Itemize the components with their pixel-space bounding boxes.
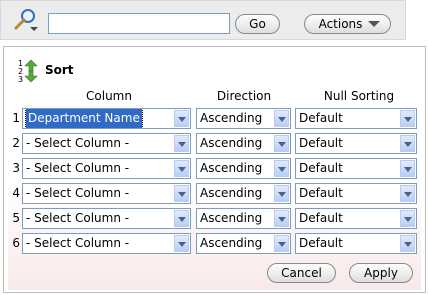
null-sorting-select-value: Default xyxy=(299,211,343,225)
chevron-down-icon xyxy=(400,235,415,252)
null-sorting-select-value: Default xyxy=(299,186,343,200)
row-number: 6 xyxy=(12,236,20,250)
chevron-down-icon xyxy=(174,160,189,177)
chevron-down-icon xyxy=(174,185,189,202)
row-number: 3 xyxy=(12,161,20,175)
chevron-down-icon xyxy=(400,185,415,202)
actions-label: Actions xyxy=(318,17,363,31)
chevron-down-icon xyxy=(174,110,189,127)
direction-select-value: Ascending xyxy=(200,211,263,225)
chevron-down-icon xyxy=(274,160,289,177)
null-sorting-select[interactable]: Default xyxy=(295,233,417,254)
chevron-down-icon xyxy=(400,210,415,227)
chevron-down-icon xyxy=(174,235,189,252)
report-toolbar: Go Actions xyxy=(0,0,406,40)
null-sorting-header: Null Sorting xyxy=(323,89,395,103)
null-sorting-select-value: Default xyxy=(299,136,343,150)
direction-select[interactable]: Ascending xyxy=(196,233,291,254)
direction-select[interactable]: Ascending xyxy=(196,133,291,154)
direction-header: Direction xyxy=(216,89,272,103)
null-sorting-select[interactable]: Default xyxy=(295,158,417,179)
apply-button[interactable]: Apply xyxy=(349,263,413,283)
cancel-button[interactable]: Cancel xyxy=(267,263,336,283)
row-number: 1 xyxy=(12,111,20,125)
column-select-value: Department Name xyxy=(25,109,143,128)
column-select-value: - Select Column - xyxy=(26,161,130,175)
column-header: Column xyxy=(86,89,132,103)
row-number: 2 xyxy=(12,136,20,150)
chevron-down-icon xyxy=(274,110,289,127)
chevron-down-icon xyxy=(400,160,415,177)
chevron-down-icon xyxy=(368,21,380,27)
go-button[interactable]: Go xyxy=(235,14,280,34)
sort-order-icon: 1 2 3 xyxy=(18,59,38,84)
chevron-down-icon xyxy=(174,210,189,227)
direction-select-value: Ascending xyxy=(200,236,263,250)
column-select[interactable]: - Select Column - xyxy=(22,233,191,254)
direction-select[interactable]: Ascending xyxy=(196,158,291,179)
column-select[interactable]: Department Name xyxy=(22,108,191,129)
direction-select-value: Ascending xyxy=(200,111,263,125)
direction-select-value: Ascending xyxy=(200,186,263,200)
chevron-down-icon xyxy=(400,110,415,127)
chevron-down-icon xyxy=(274,135,289,152)
svg-text:3: 3 xyxy=(18,75,23,84)
chevron-down-icon xyxy=(174,135,189,152)
row-number: 5 xyxy=(12,211,20,225)
direction-select[interactable]: Ascending xyxy=(196,208,291,229)
column-select-value: - Select Column - xyxy=(26,136,130,150)
chevron-down-icon xyxy=(274,185,289,202)
search-icon[interactable] xyxy=(10,7,40,33)
null-sorting-select-value: Default xyxy=(299,111,343,125)
column-select-value: - Select Column - xyxy=(26,236,130,250)
direction-select-value: Ascending xyxy=(200,161,263,175)
chevron-down-icon xyxy=(274,210,289,227)
null-sorting-select[interactable]: Default xyxy=(295,133,417,154)
direction-select-value: Ascending xyxy=(200,136,263,150)
null-sorting-select[interactable]: Default xyxy=(295,183,417,204)
sort-panel: 1 2 3 Sort Column Direction Null Sorting… xyxy=(3,46,426,293)
column-select-value: - Select Column - xyxy=(26,186,130,200)
sort-title: Sort xyxy=(45,63,74,77)
column-select[interactable]: - Select Column - xyxy=(22,183,191,204)
direction-select[interactable]: Ascending xyxy=(196,183,291,204)
search-input[interactable] xyxy=(48,13,230,34)
direction-select[interactable]: Ascending xyxy=(196,108,291,129)
column-select[interactable]: - Select Column - xyxy=(22,133,191,154)
actions-menu-button[interactable]: Actions xyxy=(304,14,391,34)
null-sorting-select[interactable]: Default xyxy=(295,208,417,229)
column-select[interactable]: - Select Column - xyxy=(22,208,191,229)
chevron-down-icon xyxy=(400,135,415,152)
null-sorting-select[interactable]: Default xyxy=(295,108,417,129)
column-select[interactable]: - Select Column - xyxy=(22,158,191,179)
null-sorting-select-value: Default xyxy=(299,161,343,175)
null-sorting-select-value: Default xyxy=(299,236,343,250)
column-select-value: - Select Column - xyxy=(26,211,130,225)
chevron-down-icon xyxy=(274,235,289,252)
row-number: 4 xyxy=(12,186,20,200)
